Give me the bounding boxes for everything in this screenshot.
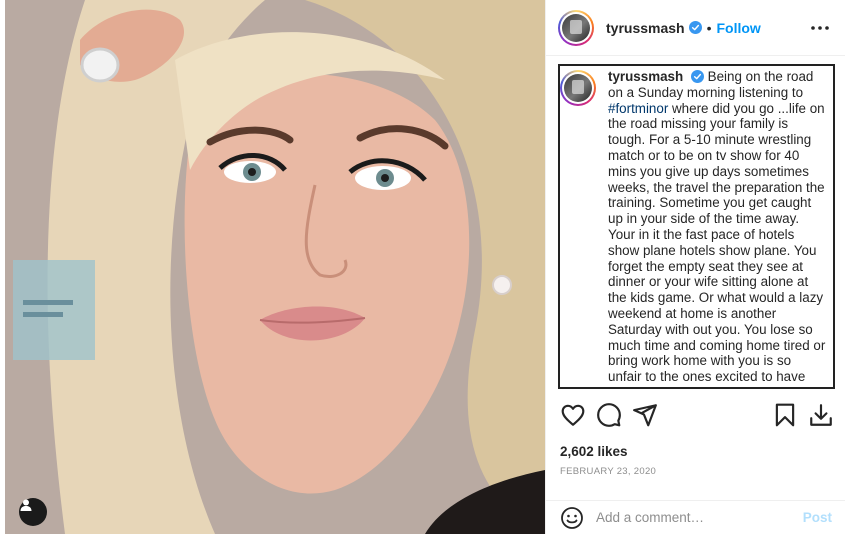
user-tag-button[interactable] [19,498,47,526]
comment-icon[interactable] [596,402,622,428]
hashtag-link[interactable]: #fortminor [608,101,668,116]
instagram-post: tyrussmash • Follow tyrussmash Being on … [0,0,845,534]
post-header: tyrussmash • Follow [546,0,845,56]
verified-badge-icon [688,21,702,34]
user-tag-icon [20,499,32,511]
more-options-button[interactable] [808,18,832,38]
caption-author-avatar[interactable] [560,70,596,106]
emoji-icon[interactable] [560,506,584,530]
verified-badge-icon [690,70,704,83]
follow-button[interactable]: Follow [717,20,761,36]
caption-section: tyrussmash Being on the road on a Sunday… [558,64,835,389]
download-icon[interactable] [808,402,834,428]
post-comment-button[interactable]: Post [803,510,832,525]
post-side-panel: tyrussmash • Follow tyrussmash Being on … [545,0,845,534]
author-username[interactable]: tyrussmash [606,20,685,36]
action-bar [558,402,836,432]
comment-bar: Post [546,500,845,534]
author-avatar[interactable] [558,9,594,46]
caption-username[interactable]: tyrussmash [608,69,683,84]
portrait-illustration [5,0,545,534]
avatar-image [564,74,592,102]
post-photo[interactable] [5,0,545,534]
caption-body-rest: where did you go ...life on the road mis… [608,100,826,387]
caption-text: tyrussmash Being on the road on a Sunday… [608,69,826,387]
heart-icon[interactable] [560,402,586,428]
header-separator: • [706,19,712,36]
post-date: FEBRUARY 23, 2020 [560,466,657,477]
more-options-icon [811,26,829,30]
comment-input[interactable] [596,510,796,525]
avatar-image [562,13,590,42]
share-icon[interactable] [632,402,658,428]
bookmark-icon[interactable] [772,402,798,428]
like-count[interactable]: 2,602 likes [560,444,628,459]
